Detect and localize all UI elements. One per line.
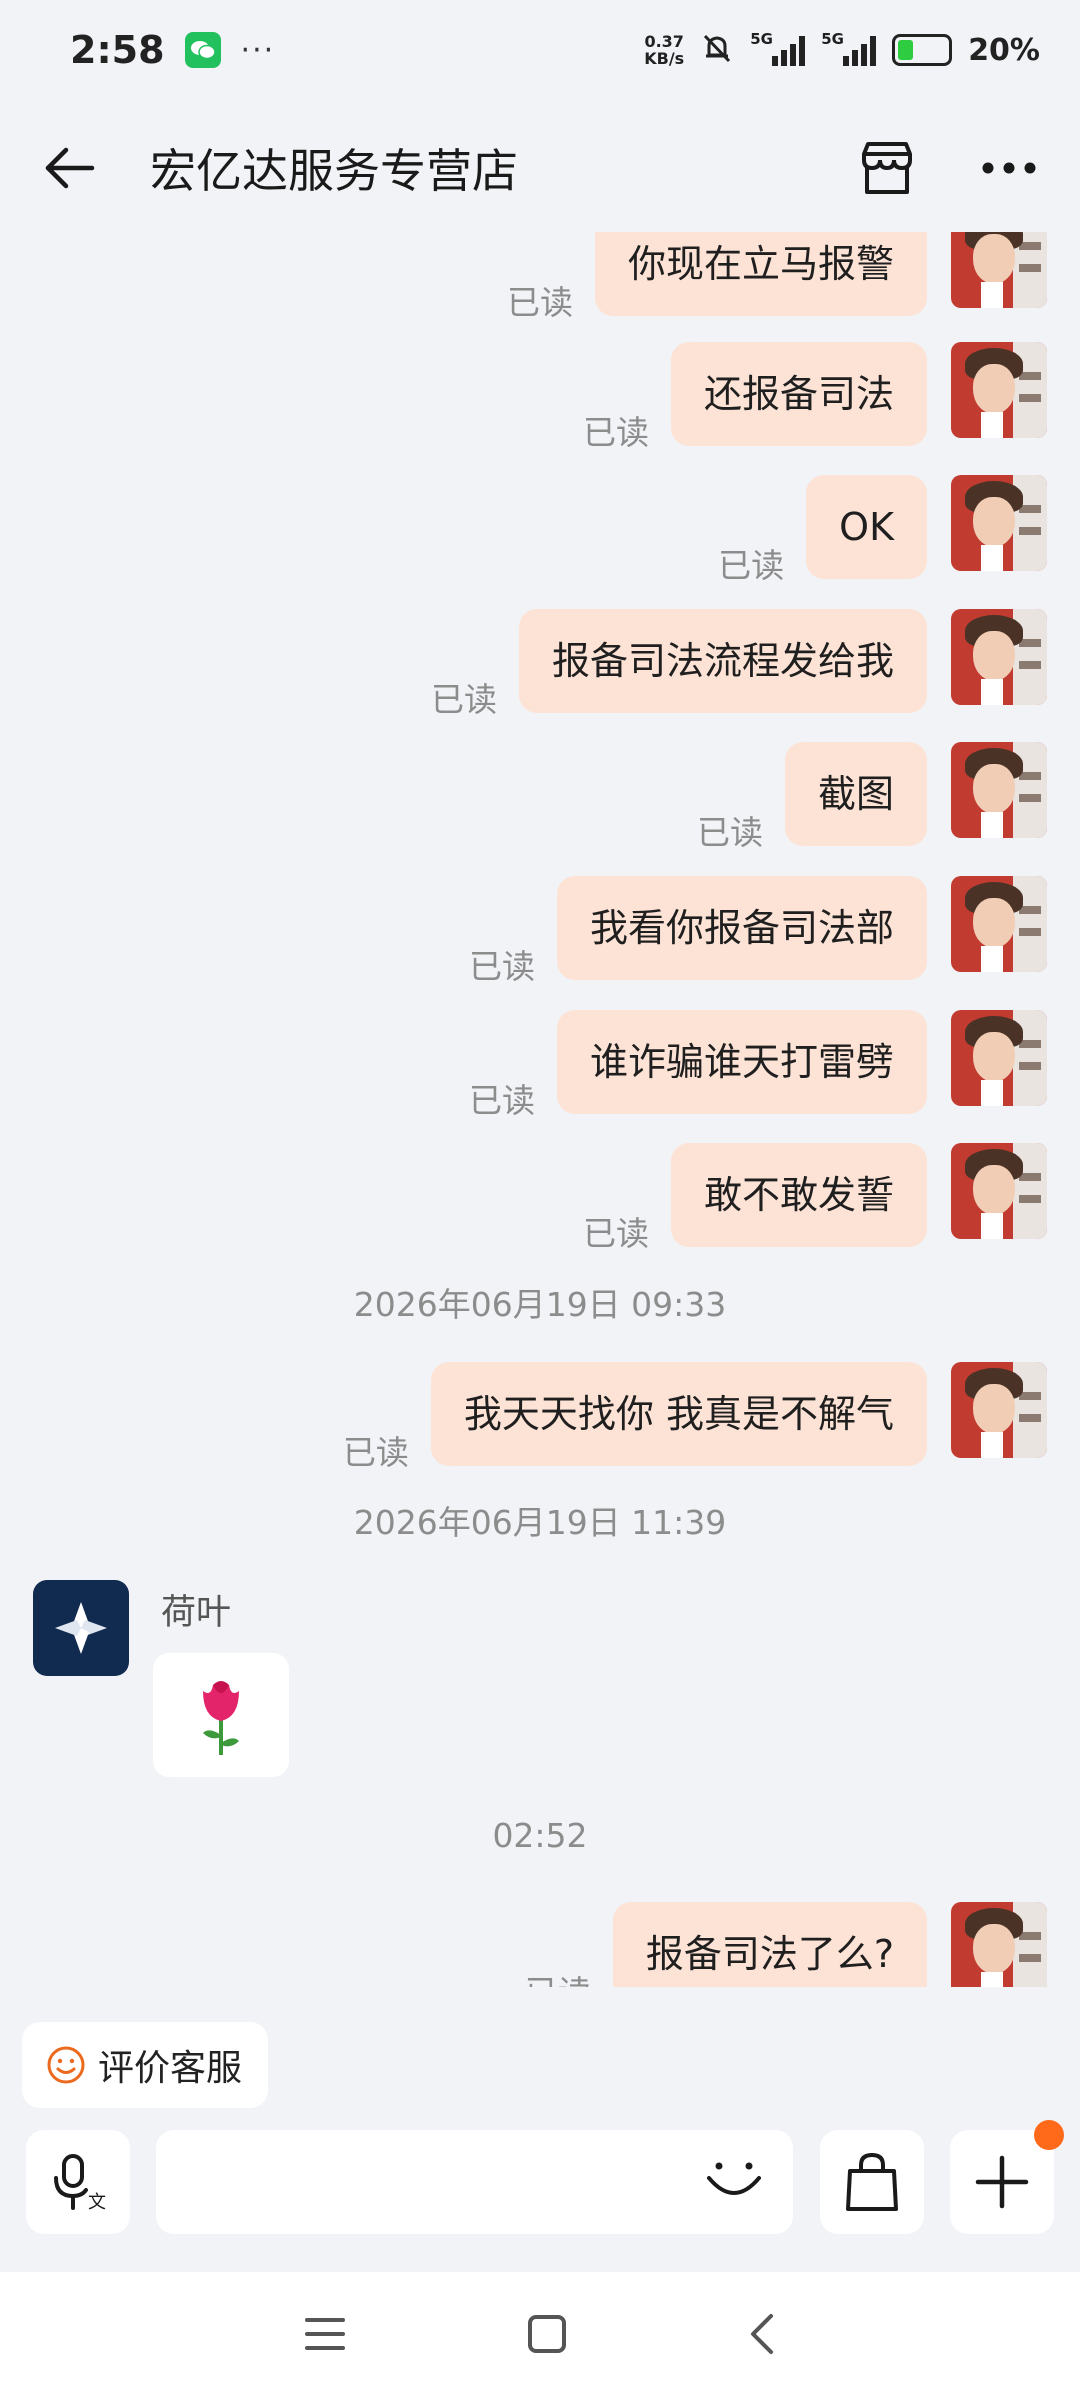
message-row: 已读 还报备司法 — [583, 342, 1047, 452]
status-bar: 2:58 ··· 0.37 KB/s 5G 5G 20% — [0, 0, 1080, 100]
user-avatar[interactable] — [951, 876, 1047, 972]
message-bubble[interactable]: 你现在立马报警 — [594, 232, 927, 316]
message-bubble[interactable]: 还报备司法 — [670, 342, 927, 446]
read-receipt: 已读 — [582, 413, 649, 452]
message-row: 已读 谁诈骗谁天打雷劈 — [469, 1010, 1047, 1120]
user-avatar[interactable] — [951, 1902, 1047, 1987]
message-row: 已读 我天天找你 我真是不解气 — [343, 1362, 1047, 1472]
more-button[interactable] — [978, 137, 1040, 199]
back-arrow-icon — [45, 147, 95, 188]
message-bubble[interactable]: 报备司法了么? — [612, 1902, 927, 1987]
message-row: 已读 敢不敢发誓 — [583, 1143, 1047, 1253]
shopping-bag-icon — [846, 2152, 898, 2211]
message-bubble[interactable]: 截图 — [784, 742, 927, 846]
emoji-button[interactable] — [705, 2160, 763, 2204]
message-row: 已读 OK — [718, 475, 1047, 585]
back-chevron-icon — [751, 2314, 773, 2354]
sender-name: 荷叶 — [161, 1593, 232, 1633]
message-row: 已读 截图 — [697, 742, 1047, 852]
rate-service-button[interactable]: 评价客服 — [22, 2022, 269, 2108]
store-icon — [862, 141, 912, 194]
message-bubble[interactable]: 敢不敢发誓 — [670, 1143, 927, 1247]
user-avatar[interactable] — [951, 1143, 1047, 1239]
signal-2-label: 5G — [821, 30, 844, 48]
message-row: 已读 你现在立马报警 — [507, 232, 1047, 322]
notification-dot — [1034, 2120, 1064, 2150]
read-receipt: 已读 — [582, 1214, 649, 1253]
sticker-message[interactable] — [153, 1653, 289, 1777]
message-bubble[interactable]: 我看你报备司法部 — [556, 876, 927, 980]
read-receipt: 已读 — [468, 1081, 535, 1120]
message-bubble[interactable]: 谁诈骗谁天打雷劈 — [556, 1010, 927, 1114]
smiley-icon — [47, 2046, 85, 2084]
timestamp: 02:52 — [492, 1816, 588, 1855]
chat-list[interactable]: 已读 你现在立马报警 已读 还报备司法 已读 OK 已读 报备司法流程发给我 已… — [0, 232, 1080, 1987]
user-avatar[interactable] — [951, 232, 1047, 308]
message-bubble[interactable]: 报备司法流程发给我 — [518, 609, 927, 713]
page-title: 宏亿达服务专营店 — [150, 143, 518, 198]
message-input[interactable] — [156, 2130, 705, 2234]
read-receipt: 已读 — [506, 283, 573, 322]
user-avatar[interactable] — [951, 475, 1047, 571]
timestamp: 2026年06月19日 09:33 — [353, 1285, 727, 1324]
more-icon — [982, 162, 1036, 173]
read-receipt: 已读 — [342, 1433, 409, 1472]
user-avatar[interactable] — [951, 1362, 1047, 1458]
user-avatar[interactable] — [951, 1010, 1047, 1106]
signal-2-icon: 5G — [821, 30, 877, 66]
input-bar: 文 — [0, 2120, 1080, 2240]
back-button[interactable] — [40, 138, 100, 198]
back-nav-button[interactable] — [747, 2312, 777, 2360]
net-speed: 0.37 KB/s — [644, 33, 684, 67]
read-receipt: 已读 — [696, 813, 763, 852]
shop-logo-icon — [55, 1602, 107, 1654]
voice-to-text-icon: 文 — [54, 2154, 106, 2213]
product-button[interactable] — [820, 2130, 924, 2234]
store-button[interactable] — [856, 137, 918, 199]
message-bubble[interactable]: 我天天找你 我真是不解气 — [430, 1362, 927, 1466]
plus-icon — [975, 2155, 1029, 2209]
user-avatar[interactable] — [951, 742, 1047, 838]
message-row: 已读 报备司法了么? — [525, 1902, 1047, 1987]
battery-icon — [892, 34, 953, 66]
signal-1-icon: 5G — [750, 30, 806, 66]
signal-1-label: 5G — [750, 30, 773, 48]
status-more-dots: ··· — [240, 32, 276, 68]
read-receipt: 已读 — [525, 1966, 591, 1987]
menu-nav-button[interactable] — [303, 2316, 347, 2356]
battery-percent: 20% — [968, 32, 1040, 68]
rate-service-label: 评价客服 — [98, 2048, 243, 2089]
user-avatar[interactable] — [951, 609, 1047, 705]
timestamp: 2026年06月19日 11:39 — [353, 1503, 727, 1542]
read-receipt: 已读 — [430, 680, 497, 719]
voice-button[interactable]: 文 — [26, 2130, 130, 2234]
shop-avatar[interactable] — [33, 1580, 129, 1676]
wechat-icon — [184, 32, 221, 68]
net-speed-value: 0.37 — [644, 32, 684, 51]
message-input-box — [156, 2130, 793, 2234]
system-nav-bar — [0, 2272, 1080, 2400]
incoming-message: 荷叶 — [33, 1580, 289, 1777]
mute-bell-icon — [700, 31, 734, 69]
message-row: 已读 报备司法流程发给我 — [431, 609, 1047, 719]
svg-text:文: 文 — [88, 2192, 106, 2213]
read-receipt: 已读 — [468, 947, 535, 986]
net-speed-unit: KB/s — [644, 49, 685, 68]
message-bubble[interactable]: OK — [806, 475, 927, 579]
read-receipt: 已读 — [718, 546, 785, 585]
rose-icon — [203, 1681, 239, 1755]
emoji-icon — [707, 2162, 761, 2195]
more-actions-button[interactable] — [950, 2120, 1064, 2234]
chat-header: 宏亿达服务专营店 — [0, 100, 1080, 235]
user-avatar[interactable] — [951, 342, 1047, 438]
home-nav-button[interactable] — [527, 2314, 567, 2358]
message-row: 已读 我看你报备司法部 — [469, 876, 1047, 986]
status-time: 2:58 — [70, 28, 165, 72]
home-square-icon — [528, 2315, 566, 2353]
menu-icon — [305, 2318, 345, 2350]
